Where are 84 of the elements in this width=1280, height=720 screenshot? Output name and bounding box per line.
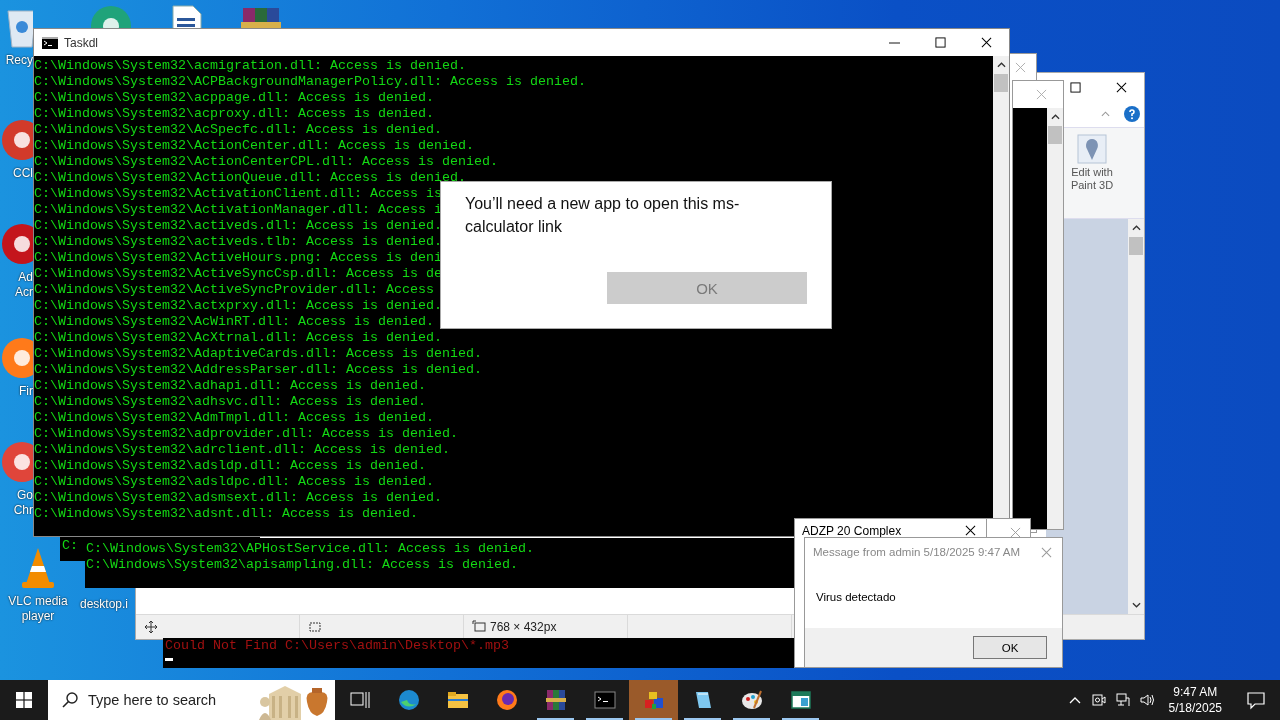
console-line: C:\Windows\System32\adrclient.dll: Access is denied. — [34, 442, 450, 458]
console-line: C:\Windows\System32\AcXtrnal.dll: Access is denied. — [34, 330, 442, 346]
console-icon — [42, 36, 58, 49]
console-line: C:\Windows\System32\activeds.tlb: Access is denied. — [34, 234, 442, 250]
pin-icon — [1077, 134, 1107, 164]
caret-up-icon[interactable] — [1131, 225, 1141, 231]
window-icon[interactable] — [788, 688, 813, 712]
maximize-icon[interactable] — [934, 37, 946, 48]
image-size: 768 × 432px — [490, 620, 557, 634]
console-line: C:\Windows\System32\actxprxy.dll: Access is denied. — [34, 298, 442, 314]
console-line: C:\Windows\System32\adsldp.dll: Access is denied. — [34, 458, 426, 474]
scrollbar[interactable] — [1128, 219, 1144, 614]
close-icon[interactable] — [980, 37, 992, 48]
windows-logo-icon[interactable] — [16, 692, 32, 708]
caret-down-icon[interactable] — [1131, 602, 1141, 608]
console-line: C:\Windows\System32\AdmTmpl.dll: Access is denied. — [34, 410, 434, 426]
console-line: C:\Windows\System32\apisampling.dll: Access is denied. — [86, 557, 518, 573]
console-line: C: — [62, 538, 78, 554]
search-icon[interactable] — [62, 692, 78, 708]
console-line: C:\Windows\System32\adsnt.dll: Access is denied. — [34, 506, 418, 522]
scrollbar[interactable] — [1047, 108, 1063, 529]
console-line: C:\Windows\System32\acproxy.dll: Access is denied. — [34, 106, 434, 122]
console-line: C:\Windows\System32\AcWinRT.dll: Access is denied. — [34, 314, 434, 330]
speaker-icon[interactable] — [1138, 692, 1155, 708]
message-text: Virus detectado — [816, 591, 896, 603]
icon-label: Ad — [18, 270, 33, 285]
winrar-icon[interactable] — [543, 688, 568, 712]
window-title: Taskdl — [64, 35, 99, 50]
image-size-icon — [472, 620, 486, 634]
edit-with-paint-3d-button[interactable]: Edit with Paint 3D — [1062, 128, 1122, 218]
help-icon[interactable] — [1124, 106, 1140, 122]
console-line: C:\Windows\System32\adhsvc.dll: Access is denied. — [34, 394, 426, 410]
camera-icon[interactable] — [1090, 692, 1107, 708]
console-line: C:\Windows\System32\ActiveHours.png: Access is deni — [34, 250, 442, 266]
scrollbar-thumb[interactable] — [994, 74, 1008, 92]
console-line: C:\Windows\System32\ActionCenterCPL.dll: Access is denied. — [34, 154, 498, 170]
caret-up-icon[interactable] — [1050, 114, 1060, 120]
console-line: C:\Windows\System32\adprovider.dll: Access is denied. — [34, 426, 458, 442]
console-line: C:\Windows\System32\AddressParser.dll: Access is denied. — [34, 362, 482, 378]
icon-label: Recy — [5, 53, 33, 68]
console-line: C:\Windows\System32\adsmsext.dll: Access is denied. — [34, 490, 442, 506]
icon-label: VLC media — [8, 594, 68, 609]
console-line: C:\Windows\System32\ActionCenter.dll: Access is denied. — [34, 138, 474, 154]
minimize-icon[interactable] — [888, 41, 900, 44]
icon-label: CCl — [13, 166, 33, 181]
icon-label: player — [21, 609, 55, 624]
text-cursor — [165, 658, 173, 661]
console-line: C:\Windows\System32\adhapi.dll: Access is denied. — [34, 378, 426, 394]
paint-icon[interactable] — [739, 688, 764, 712]
console-line: C:\Windows\System32\ActionQueue.dll: Access is denied. — [34, 170, 466, 186]
icon-label: Go — [17, 488, 33, 503]
window-title: Message from admin 5/18/2025 9:47 AM — [813, 546, 1022, 558]
selection-icon — [308, 620, 322, 634]
icon-label: Acr — [15, 285, 33, 300]
icon-label: Fir — [19, 384, 33, 399]
scrollbar-thumb[interactable] — [1129, 237, 1143, 255]
terminal-icon[interactable] — [592, 688, 617, 712]
console-line: C:\Windows\System32\activeds.dll: Access is denied. — [34, 218, 442, 234]
console-line: C:\Windows\System32\APHostService.dll: Access is denied. — [86, 541, 534, 557]
console-line: C:\Windows\System32\AcSpecfc.dll: Access is denied. — [34, 122, 442, 138]
error-line: Could Not Find C:\Users\admin\Desktop\*.mp3 — [165, 638, 509, 654]
notification-icon[interactable] — [1246, 690, 1266, 710]
network-icon[interactable] — [1114, 692, 1131, 708]
firefox-icon[interactable] — [494, 688, 519, 712]
edge-icon[interactable] — [396, 688, 421, 712]
ok-button[interactable]: OK — [973, 636, 1047, 659]
caret-up-icon[interactable] — [996, 62, 1006, 68]
close-icon[interactable] — [965, 525, 976, 536]
move-icon — [144, 620, 158, 634]
console-line: C:\Windows\System32\acmigration.dll: Access is denied. — [34, 58, 466, 74]
console-line: C:\Windows\System32\adsldpc.dll: Access is denied. — [34, 474, 434, 490]
icon-label: Chr — [13, 503, 33, 518]
console-line: C:\Windows\System32\ACPBackgroundManagerPolicy.dll: Access is denied. — [34, 74, 586, 90]
search-field[interactable]: Type here to search — [86, 691, 240, 709]
dialog-message: You’ll need a new app to open this ms-calculator link — [465, 194, 741, 237]
console-line: C:\Windows\System32\acppage.dll: Access is denied. — [34, 90, 434, 106]
maximize-icon[interactable] — [1069, 81, 1081, 93]
clock[interactable]: 9:47 AM 5/18/2025 — [1162, 684, 1228, 716]
window-title: ADZP 20 Complex — [802, 523, 903, 538]
console-line: C:\Windows\System32\ActiveSyncProvider.dll: Access — [34, 282, 434, 298]
close-icon[interactable] — [1115, 81, 1127, 93]
icon-label: desktop.i — [80, 597, 129, 612]
console-line: C:\Windows\System32\AdaptiveCards.dll: Access is denied. — [34, 346, 482, 362]
scrollbar-thumb[interactable] — [1048, 126, 1062, 144]
